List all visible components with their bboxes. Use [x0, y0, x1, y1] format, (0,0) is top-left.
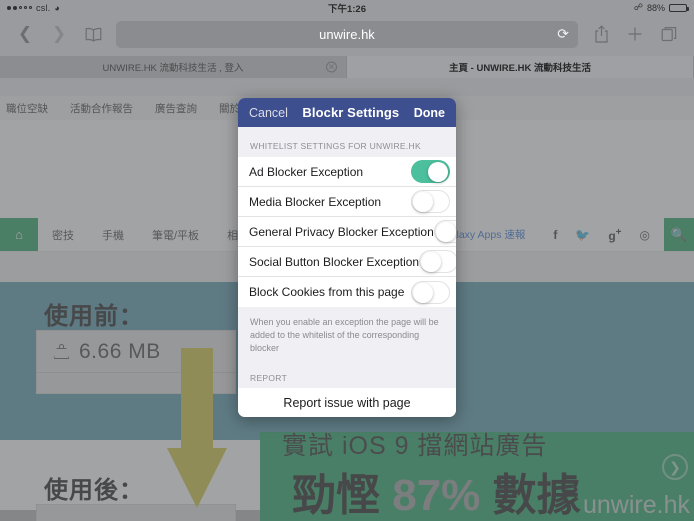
chevron-right-icon[interactable]: ❯ [42, 19, 76, 49]
browser-toolbar: ❮ ❯ unwire.hk ⟳ [0, 15, 694, 53]
hero-headline-top: 實試 iOS 9 擋網站廣告 [282, 432, 548, 460]
page-social-links: f 🐦 g+ ◎ [539, 227, 664, 243]
page-nav-item-2[interactable]: 筆電/平板 [138, 227, 213, 243]
setting-row-ad-blocker[interactable]: Ad Blocker Exception [238, 157, 456, 187]
facebook-icon[interactable]: f [553, 228, 557, 242]
blockr-settings-modal: Cancel Blockr Settings Done WHITELIST SE… [238, 98, 456, 417]
setting-label: Social Button Blocker Exception [249, 254, 420, 269]
block-cookies-toggle[interactable] [411, 280, 450, 304]
done-button[interactable]: Done [414, 106, 445, 120]
report-issue-button[interactable]: Report issue with page [238, 388, 456, 417]
setting-row-media-blocker[interactable]: Media Blocker Exception [238, 187, 456, 217]
weight-icon [53, 344, 70, 359]
setting-row-social-button[interactable]: Social Button Blocker Exception [238, 247, 456, 277]
tabs-icon[interactable] [652, 19, 686, 49]
hero-data-size: 6.66 MB [79, 339, 161, 363]
page-nav-item-0[interactable]: 密技 [38, 227, 88, 243]
battery-icon [669, 3, 689, 12]
url-text: unwire.hk [319, 26, 375, 42]
setting-row-general-privacy[interactable]: General Privacy Blocker Exception [238, 217, 456, 247]
setting-row-block-cookies[interactable]: Block Cookies from this page [238, 277, 456, 307]
search-icon[interactable]: 🔍 [664, 218, 694, 251]
reload-icon[interactable]: ⟳ [557, 26, 569, 43]
setting-label: Block Cookies from this page [249, 285, 405, 299]
chevron-left-icon[interactable]: ❮ [8, 19, 42, 49]
report-section-header: REPORT [238, 359, 456, 388]
page-top-nav-item-2[interactable]: 廣告查詢 [155, 101, 197, 116]
tab-bar: UNWIRE.HK 流動科技生活 , 登入 ✕ 主頁 - UNWIRE.HK 流… [0, 56, 694, 78]
hero-headline-percent: 87% [392, 471, 481, 520]
setting-label: Media Blocker Exception [249, 194, 382, 209]
ad-blocker-exception-toggle[interactable] [411, 160, 450, 183]
twitter-icon[interactable]: 🐦 [575, 228, 590, 242]
modal-header: Cancel Blockr Settings Done [238, 98, 456, 127]
setting-label: Ad Blocker Exception [249, 164, 364, 179]
status-bar-time: 下午1:26 [327, 3, 366, 15]
cancel-button[interactable]: Cancel [249, 106, 288, 120]
hero-headline-pre: 勁慳 [292, 471, 393, 520]
plus-icon[interactable] [618, 19, 652, 49]
bluetooth-icon: ☍ [633, 2, 643, 12]
page-nav-item-1[interactable]: 手機 [88, 227, 138, 243]
rss-icon[interactable]: ◎ [640, 228, 650, 242]
carousel-prev-icon[interactable]: ❮ [4, 446, 30, 472]
media-blocker-exception-toggle[interactable] [411, 190, 450, 213]
settings-rows: Ad Blocker Exception Media Blocker Excep… [238, 157, 456, 307]
status-bar: csl. ◕ 下午1:26 ☍ 88% [0, 0, 694, 15]
status-bar-right: ☍ 88% [633, 2, 689, 13]
tab-unwire-login[interactable]: UNWIRE.HK 流動科技生活 , 登入 ✕ [0, 56, 347, 78]
page-nav-right: Galaxy Apps 速報 f 🐦 g+ ◎ 🔍 [429, 218, 694, 251]
tab-label: UNWIRE.HK 流動科技生活 , 登入 [102, 63, 244, 74]
close-icon[interactable]: ✕ [326, 61, 337, 73]
page-top-nav-item-0[interactable]: 職位空缺 [6, 101, 48, 116]
tab-label: 主頁 - UNWIRE.HK 流動科技生活 [449, 63, 591, 74]
google-plus-icon[interactable]: g+ [608, 227, 621, 243]
book-icon[interactable] [76, 19, 110, 49]
url-bar[interactable]: unwire.hk ⟳ [116, 20, 578, 48]
modal-title: Blockr Settings [302, 105, 400, 120]
home-icon[interactable]: ⌂ [0, 218, 38, 251]
page-top-nav-item-1[interactable]: 活動合作報告 [70, 101, 133, 116]
modal-footnote: When you enable an exception the page wi… [238, 307, 456, 359]
setting-label: General Privacy Blocker Exception [249, 224, 434, 239]
hero-headline-post: 數據 [480, 471, 581, 520]
screen: 職位空缺 活動合作報告 廣告查詢 關於我們 ⌂ 密技 手機 筆電/平板 相機 A… [0, 0, 694, 521]
share-icon[interactable] [584, 19, 618, 49]
down-arrow-icon [167, 348, 227, 508]
whitelist-section-header: WHITELIST SETTINGS FOR UNWIRE.HK [238, 127, 456, 157]
tab-unwire-home[interactable]: 主頁 - UNWIRE.HK 流動科技生活 [347, 56, 694, 78]
hero-label-after: 使用後： [44, 477, 144, 504]
battery-percent: 88% [646, 2, 665, 13]
hero-headline-main: 勁慳 87% 數據 [292, 459, 581, 521]
hero-watermark: unwire.hk [583, 491, 690, 519]
social-button-blocker-exception-toggle[interactable] [419, 250, 456, 273]
browser-chrome: csl. ◕ 下午1:26 ☍ 88% ❮ ❯ unwire.hk ⟳ UNWI… [0, 0, 694, 96]
hero-label-before: 使用前： [44, 303, 144, 330]
general-privacy-blocker-exception-toggle[interactable] [433, 220, 456, 243]
carousel-next-icon[interactable]: ❯ [662, 454, 688, 480]
